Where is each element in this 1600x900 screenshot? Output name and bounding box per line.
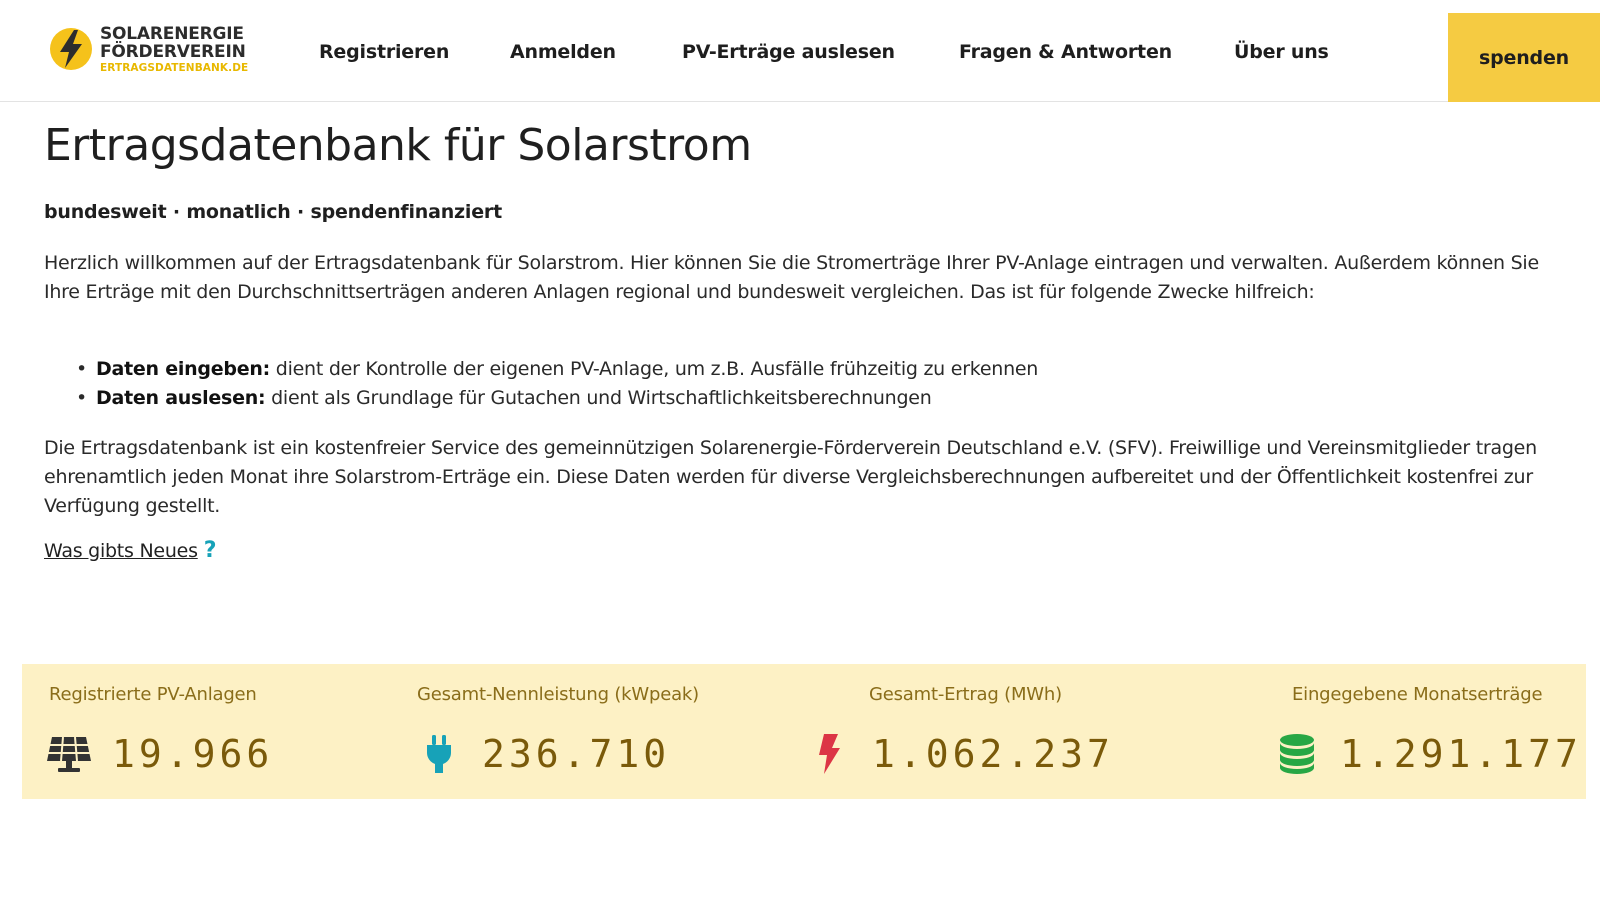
stat-number: 19.966 — [112, 732, 274, 776]
stat-number: 236.710 — [482, 732, 671, 776]
site-header: SOLARENERGIE FÖRDERVEREIN ERTRAGSDATENBA… — [0, 0, 1600, 102]
stat-label: Registrierte PV-Anlagen — [49, 684, 257, 705]
nav-item-fragen-antworten[interactable]: Fragen & Antworten — [959, 41, 1172, 63]
purpose-list: Daten eingeben: dient der Kontrolle der … — [44, 355, 1554, 413]
nav-item-ueber-uns[interactable]: Über uns — [1234, 41, 1329, 63]
solar-panel-icon — [47, 736, 91, 772]
stat-label: Gesamt-Nennleistung (kWpeak) — [417, 684, 699, 705]
site-logo[interactable]: SOLARENERGIE FÖRDERVEREIN ERTRAGSDATENBA… — [48, 26, 248, 74]
list-item-text: dient der Kontrolle der eigenen PV-Anlag… — [269, 358, 1039, 380]
intro-text: Herzlich willkommen auf der Ertragsdaten… — [44, 252, 1539, 303]
stat-total-yield: Gesamt-Ertrag (MWh) 1.062.237 — [802, 664, 1192, 799]
stat-total-capacity: Gesamt-Nennleistung (kWpeak) 236.710 — [402, 664, 782, 799]
stat-monthly-entries: Eingegebene Monatserträge 1.291.177 — [1192, 664, 1586, 799]
plug-icon — [427, 735, 451, 773]
list-item-text: dient als Grundlage für Gutachen und Wir… — [265, 387, 932, 409]
nav-item-pv-ertraege-auslesen[interactable]: PV-Erträge auslesen — [682, 41, 895, 63]
list-item: Daten eingeben: dient der Kontrolle der … — [44, 355, 1554, 384]
logo-line-3: ERTRAGSDATENBANK.DE — [100, 62, 249, 74]
lightning-bolt-icon — [819, 734, 840, 774]
logo-line-1: SOLARENERGIE — [100, 24, 244, 44]
stat-label: Eingegebene Monatserträge — [1292, 684, 1543, 705]
stat-label: Gesamt-Ertrag (MWh) — [869, 684, 1062, 705]
news-section: Was gibts Neues ? — [44, 540, 217, 563]
question-icon[interactable]: ? — [204, 540, 217, 562]
news-link[interactable]: Was gibts Neues — [44, 540, 198, 562]
list-item: Daten auslesen: dient als Grundlage für … — [44, 384, 1554, 413]
about-text: Die Ertragsdatenbank ist ein kostenfreie… — [44, 437, 1537, 517]
stat-number: 1.291.177 — [1340, 732, 1582, 776]
database-icon — [1280, 734, 1314, 774]
stat-value-row: 1.291.177 — [1274, 732, 1582, 776]
donate-button[interactable]: spenden — [1448, 13, 1600, 102]
page-tagline: bundesweit · monatlich · spendenfinanzie… — [44, 201, 502, 223]
stat-value-row: 236.710 — [416, 732, 670, 776]
nav-item-anmelden[interactable]: Anmelden — [510, 41, 616, 63]
page-title: Ertragsdatenbank für Solarstrom — [44, 120, 752, 171]
stats-bar: Registrierte PV-Anlagen 19.966 Gesamt-Ne… — [22, 664, 1586, 799]
nav-item-registrieren[interactable]: Registrieren — [319, 41, 449, 63]
list-item-title: Daten auslesen: — [96, 387, 266, 409]
logo-line-2: FÖRDERVEREIN — [100, 42, 246, 62]
stat-registered-plants: Registrierte PV-Anlagen 19.966 — [22, 664, 402, 799]
stat-number: 1.062.237 — [872, 732, 1114, 776]
sun-bolt-icon — [50, 28, 92, 70]
stat-value-row: 19.966 — [46, 732, 273, 776]
list-item-title: Daten eingeben: — [96, 358, 270, 380]
stat-value-row: 1.062.237 — [806, 732, 1114, 776]
